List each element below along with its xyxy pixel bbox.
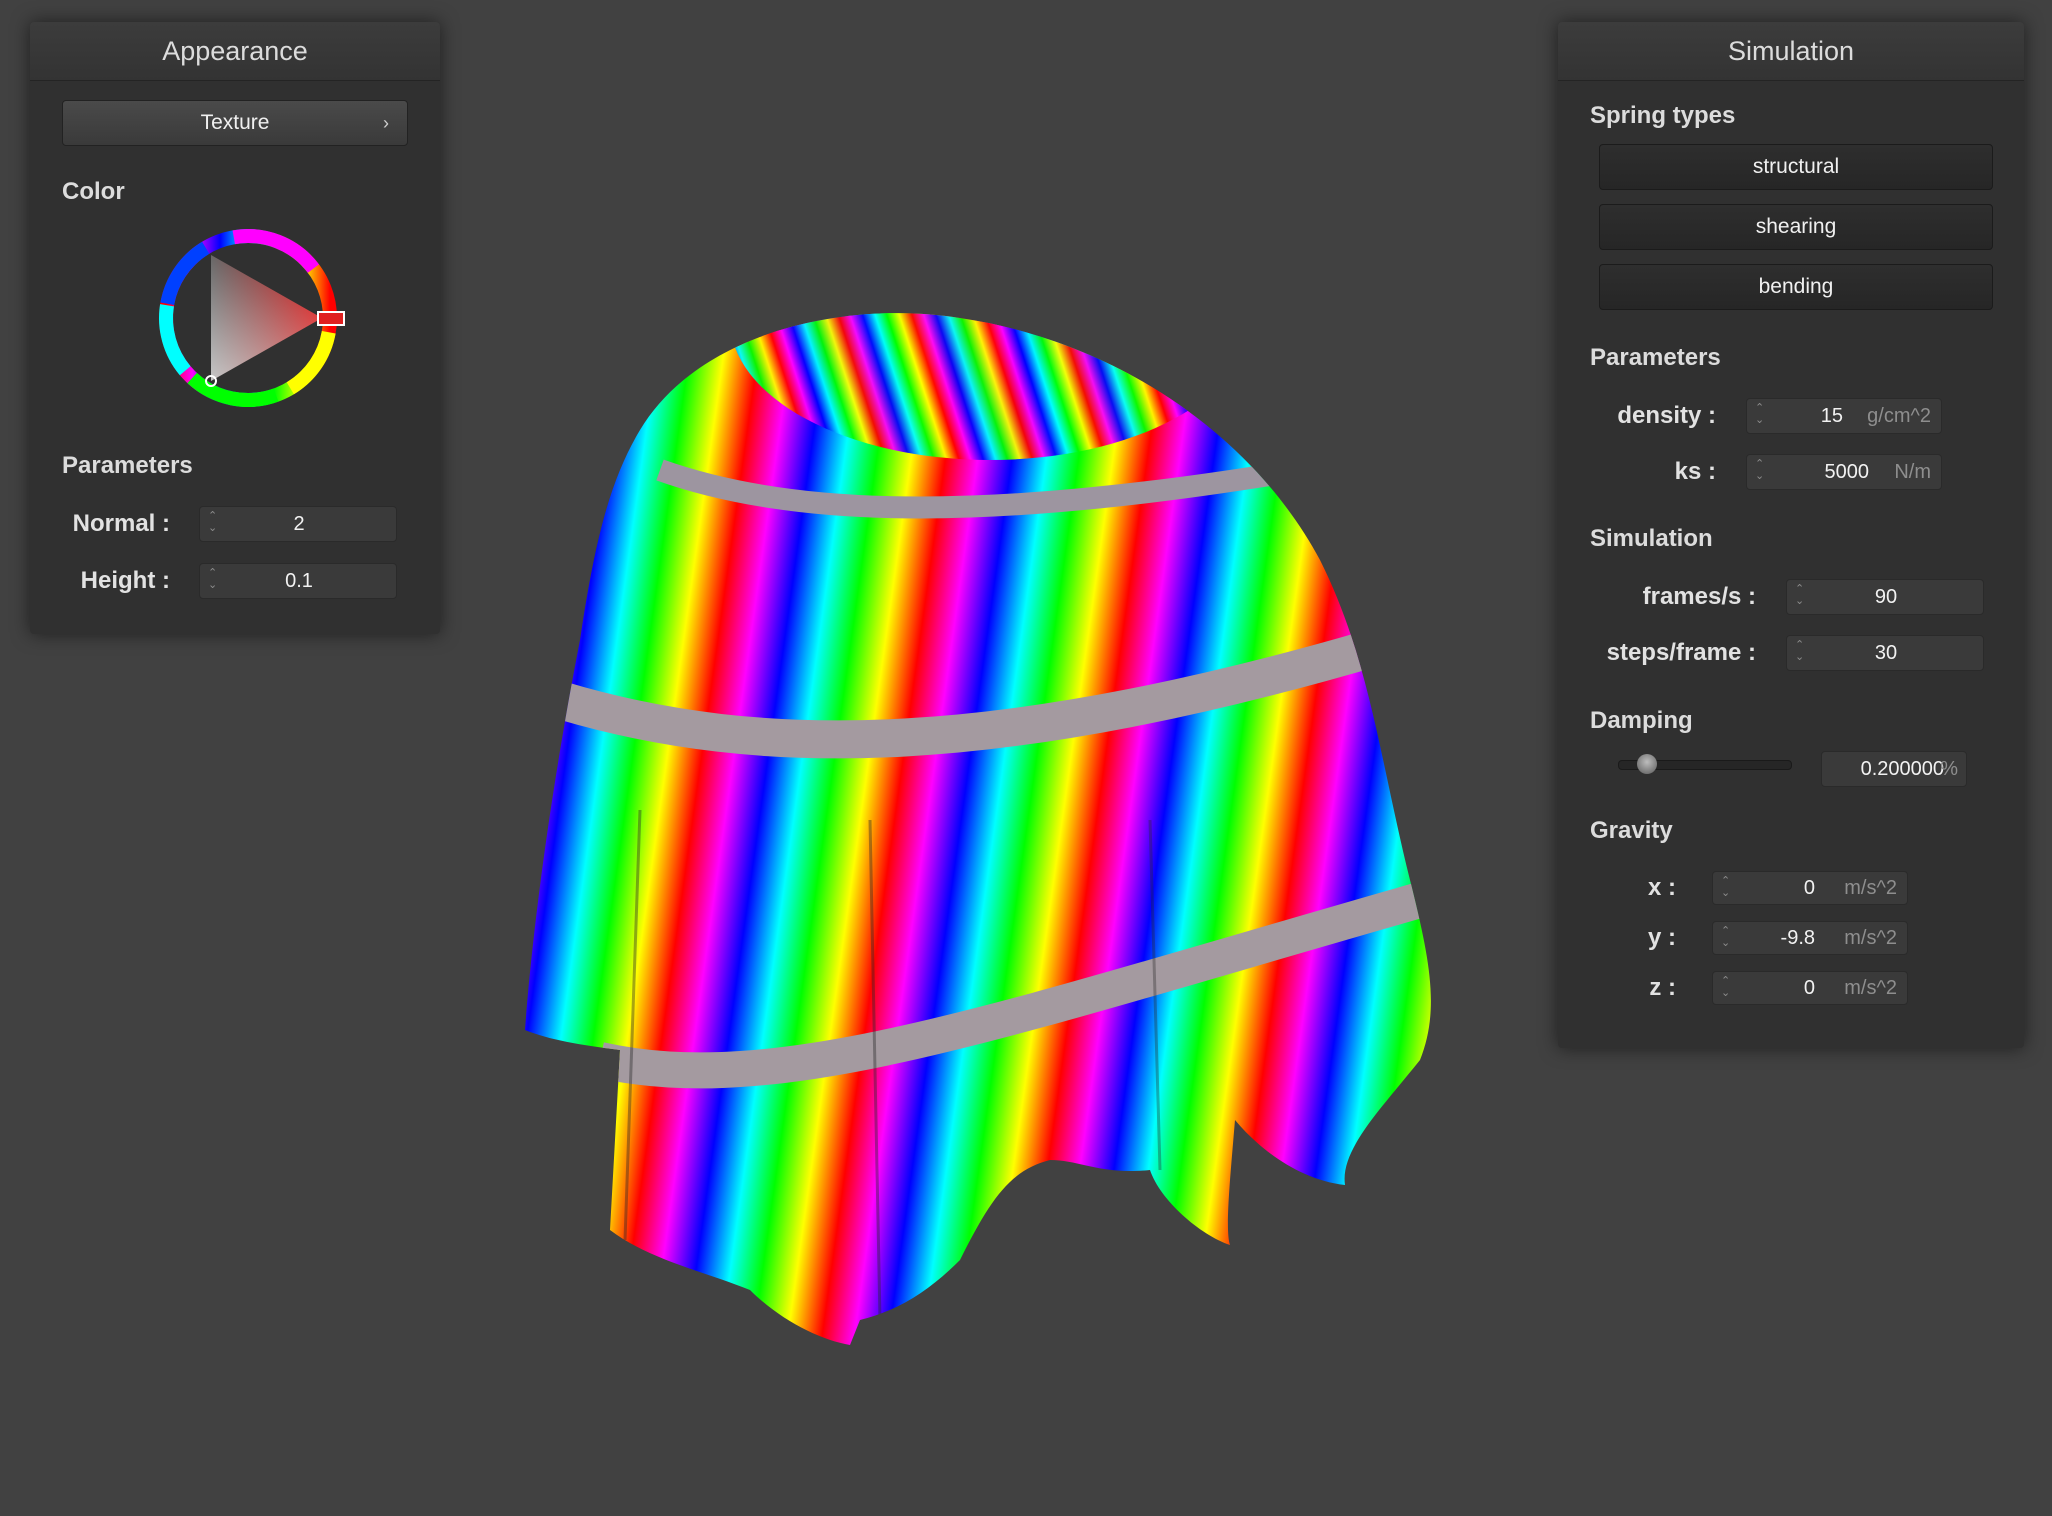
gravity-x-input[interactable]: ⌃ ⌄ 0 m/s^2 — [1712, 871, 1908, 905]
appearance-panel: Appearance Texture › Color Parameters No… — [30, 22, 440, 634]
ks-input[interactable]: ⌃ ⌄ 5000 N/m — [1746, 454, 1942, 490]
damping-slider[interactable] — [1618, 754, 1792, 774]
appearance-panel-title[interactable]: Appearance — [30, 22, 440, 81]
ks-unit: N/m — [1894, 461, 1931, 483]
color-wheel[interactable] — [148, 218, 348, 418]
spinner-icon[interactable]: ⌃ ⌄ — [1721, 925, 1730, 949]
texture-button-label: Texture — [200, 111, 270, 134]
chevron-right-icon: › — [383, 113, 389, 133]
appearance-parameters-label: Parameters — [62, 452, 193, 479]
gravity-y-unit: m/s^2 — [1844, 927, 1897, 949]
height-value: 0.1 — [285, 570, 313, 592]
steps-value: 30 — [1874, 642, 1898, 664]
gravity-z-value: 0 — [1803, 977, 1815, 999]
damping-unit: % — [1940, 758, 1958, 780]
hue-marker — [317, 311, 345, 326]
sim-simulation-label: Simulation — [1590, 525, 1713, 552]
gravity-z-input[interactable]: ⌃ ⌄ 0 m/s^2 — [1712, 971, 1908, 1005]
simulation-panel-title[interactable]: Simulation — [1558, 22, 2024, 81]
height-input[interactable]: ⌃ ⌄ 0.1 — [199, 563, 397, 599]
damping-label: Damping — [1590, 707, 1693, 734]
spinner-icon[interactable]: ⌃ ⌄ — [1721, 975, 1730, 999]
density-value: 15 — [1820, 405, 1843, 427]
density-unit: g/cm^2 — [1867, 405, 1931, 427]
gravity-z-label: z : — [1649, 974, 1676, 1001]
damping-value: 0.200000 — [1860, 758, 1944, 780]
gravity-x-unit: m/s^2 — [1844, 877, 1897, 899]
spinner-icon[interactable]: ⌃ ⌄ — [1755, 402, 1764, 426]
normal-label: Normal : — [72, 510, 170, 537]
ks-value: 5000 — [1824, 461, 1870, 483]
spring-types-label: Spring types — [1590, 102, 1736, 129]
steps-input[interactable]: ⌃ ⌄ 30 — [1786, 635, 1984, 671]
ks-label: ks : — [1674, 458, 1716, 485]
texture-button[interactable]: Texture › — [62, 100, 408, 146]
height-label: Height : — [80, 567, 170, 594]
gravity-label: Gravity — [1590, 817, 1673, 844]
spinner-icon[interactable]: ⌃ ⌄ — [1755, 458, 1764, 482]
structural-button[interactable]: structural — [1599, 144, 1993, 190]
gravity-x-label: x : — [1647, 874, 1676, 901]
damping-input[interactable]: 0.200000 % — [1821, 751, 1967, 787]
gravity-x-value: 0 — [1803, 877, 1815, 899]
spinner-icon[interactable]: ⌃ ⌄ — [1721, 875, 1730, 899]
structural-button-label: structural — [1752, 155, 1840, 178]
frames-input[interactable]: ⌃ ⌄ 90 — [1786, 579, 1984, 615]
frames-value: 90 — [1874, 586, 1898, 608]
gravity-y-label: y : — [1647, 924, 1676, 951]
normal-value: 2 — [293, 513, 305, 535]
density-input[interactable]: ⌃ ⌄ 15 g/cm^2 — [1746, 398, 1942, 434]
gravity-z-unit: m/s^2 — [1844, 977, 1897, 999]
shearing-button-label: shearing — [1755, 215, 1837, 238]
frames-label: frames/s : — [1642, 583, 1756, 610]
damping-slider-handle[interactable] — [1637, 754, 1658, 774]
steps-label: steps/frame : — [1606, 639, 1756, 666]
simulation-panel: Simulation Spring types structural shear… — [1558, 22, 2024, 1048]
density-label: density : — [1617, 402, 1716, 429]
gravity-y-input[interactable]: ⌃ ⌄ -9.8 m/s^2 — [1712, 921, 1908, 955]
bending-button-label: bending — [1758, 275, 1834, 298]
normal-input[interactable]: ⌃ ⌄ 2 — [199, 506, 397, 542]
bending-button[interactable]: bending — [1599, 264, 1993, 310]
color-label: Color — [62, 178, 125, 205]
gravity-y-value: -9.8 — [1780, 927, 1815, 949]
sim-parameters-label: Parameters — [1590, 344, 1721, 371]
shearing-button[interactable]: shearing — [1599, 204, 1993, 250]
